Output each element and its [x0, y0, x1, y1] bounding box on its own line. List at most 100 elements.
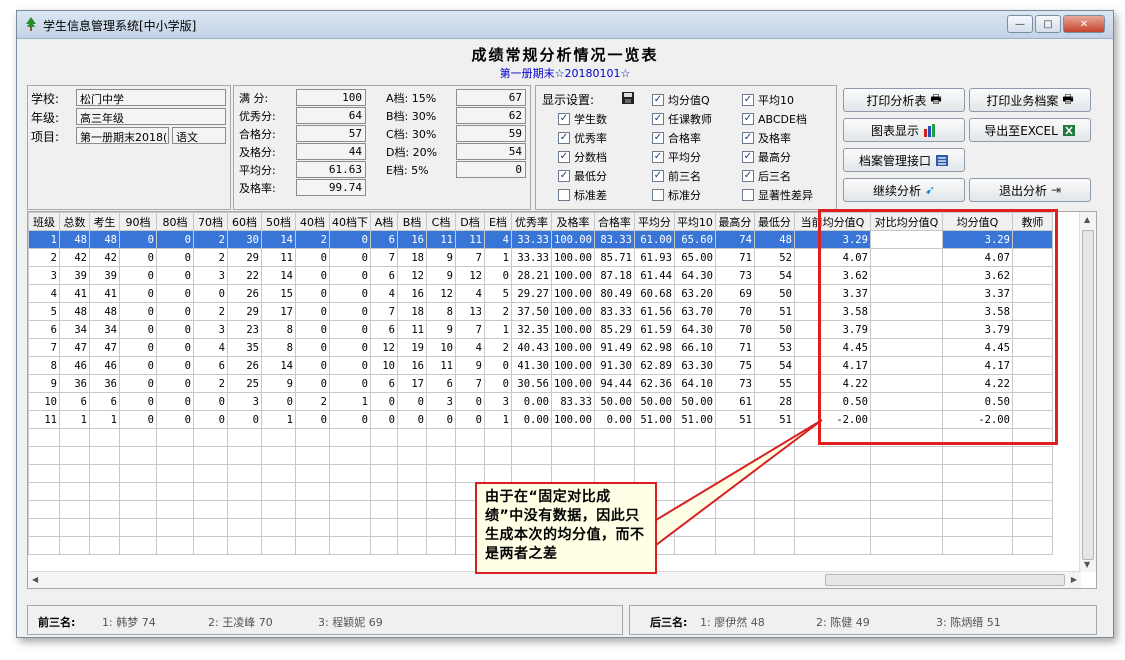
table-cell[interactable] [1011, 248, 1053, 267]
table-cell[interactable]: 41 [59, 284, 90, 303]
table-cell[interactable]: 28 [753, 392, 795, 411]
table-cell[interactable]: 1 [28, 230, 60, 249]
option-top3[interactable]: ✓ 前三名 [652, 168, 701, 184]
table-cell[interactable]: 0 [295, 266, 330, 285]
column-header[interactable]: 及格率 [551, 212, 595, 231]
table-cell[interactable]: 12 [370, 338, 398, 357]
table-cell[interactable]: 7 [370, 302, 398, 321]
table-cell[interactable]: 29 [227, 302, 262, 321]
table-cell[interactable]: 4 [193, 338, 228, 357]
table-cell[interactable]: 48 [89, 230, 120, 249]
table-cell[interactable]: 26 [227, 356, 262, 375]
table-cell[interactable]: 41 [89, 284, 120, 303]
table-cell[interactable]: 0 [227, 410, 262, 429]
column-header[interactable]: 班级 [28, 212, 60, 231]
table-cell[interactable]: 30.56 [511, 374, 552, 393]
table-cell[interactable]: 4.22 [941, 374, 1013, 393]
table-row[interactable]: 11 1 1 0 0 0 0 1 0 0 0 0 0 0 1 0.00 100.00 0.00 51.00 51.00… [28, 410, 1053, 429]
table-cell[interactable]: 0 [295, 356, 330, 375]
table-cell[interactable]: 34 [59, 320, 90, 339]
column-header[interactable]: 对比均分值Q [869, 212, 943, 231]
column-header[interactable]: 40档下 [329, 212, 371, 231]
table-cell[interactable]: 100.00 [551, 302, 595, 321]
table-cell[interactable]: 73 [714, 266, 755, 285]
column-header[interactable]: 50档 [261, 212, 296, 231]
table-cell[interactable]: 16 [397, 230, 427, 249]
table-cell[interactable]: 3 [28, 266, 60, 285]
table-cell[interactable]: 9 [426, 320, 456, 339]
table-cell[interactable]: 25 [227, 374, 262, 393]
table-cell[interactable]: 40.43 [511, 338, 552, 357]
table-cell[interactable]: 3.79 [793, 320, 871, 339]
table-cell[interactable]: 9 [28, 374, 60, 393]
table-cell[interactable]: 6 [370, 374, 398, 393]
checkbox-icon[interactable]: ✓ [558, 113, 570, 125]
column-header[interactable]: 合格率 [593, 212, 635, 231]
table-cell[interactable]: 74 [714, 230, 755, 249]
table-cell[interactable]: 0 [156, 338, 194, 357]
table-cell[interactable]: 62.89 [633, 356, 675, 375]
table-cell[interactable]: 91.30 [593, 356, 635, 375]
table-cell[interactable]: 28.21 [511, 266, 552, 285]
table-cell[interactable]: 83.33 [593, 302, 635, 321]
column-header[interactable]: E档 [484, 212, 512, 231]
table-cell[interactable]: 0 [329, 356, 371, 375]
table-cell[interactable]: 9 [426, 266, 456, 285]
table-cell[interactable]: 0 [329, 410, 371, 429]
table-cell[interactable]: 0 [295, 302, 330, 321]
table-row[interactable]: 3 39 39 0 0 3 22 14 0 0 6 12 9 12 0 28.21 100.00 87.18 61.… [28, 266, 1053, 285]
table-cell[interactable]: 69 [714, 284, 755, 303]
table-cell[interactable]: 8 [261, 320, 296, 339]
table-cell[interactable]: 0 [295, 320, 330, 339]
column-header[interactable]: 平均10 [673, 212, 716, 231]
table-row[interactable]: 7 47 47 0 0 4 35 8 0 0 12 19 10 4 2 40.43 100.00 91.49 62.… [28, 338, 1053, 357]
table-cell[interactable]: 0 [397, 410, 427, 429]
table-cell[interactable]: 0 [329, 374, 371, 393]
table-cell[interactable] [1011, 320, 1053, 339]
table-cell[interactable]: 0 [156, 392, 194, 411]
table-cell[interactable]: 0.00 [511, 410, 552, 429]
checkbox-icon[interactable]: ✓ [652, 132, 664, 144]
option-pass-rate[interactable]: ✓ 合格率 [652, 130, 701, 146]
table-cell[interactable]: 3 [193, 266, 228, 285]
checkbox-icon[interactable]: ✓ [742, 113, 754, 125]
checkbox-icon[interactable] [742, 189, 754, 201]
table-cell[interactable]: 8 [261, 338, 296, 357]
checkbox-icon[interactable]: ✓ [558, 170, 570, 182]
table-cell[interactable]: 0 [329, 248, 371, 267]
table-cell[interactable]: 35 [227, 338, 262, 357]
table-cell[interactable]: 100.00 [551, 410, 595, 429]
table-cell[interactable]: 3.29 [941, 230, 1013, 249]
option-significance[interactable]: 显著性差异 [742, 187, 813, 203]
option-abcde[interactable]: ✓ ABCDE档 [742, 111, 807, 127]
table-cell[interactable]: 6 [28, 320, 60, 339]
table-cell[interactable]: 1 [484, 248, 512, 267]
checkbox-icon[interactable] [558, 189, 570, 201]
table-cell[interactable]: 100.00 [551, 248, 595, 267]
column-header[interactable]: 均分值Q [941, 212, 1013, 231]
table-cell[interactable]: 70 [714, 320, 755, 339]
table-cell[interactable]: 0 [370, 410, 398, 429]
table-cell[interactable]: 41.30 [511, 356, 552, 375]
table-cell[interactable]: 63.20 [673, 284, 716, 303]
table-cell[interactable] [869, 320, 943, 339]
table-row[interactable]: 6 34 34 0 0 3 23 8 0 0 6 11 9 7 1 32.35 100.00 85.29 61.59… [28, 320, 1053, 339]
table-cell[interactable]: 61.59 [633, 320, 675, 339]
close-button[interactable]: ✕ [1063, 15, 1105, 33]
scroll-left-icon[interactable]: ◀ [32, 575, 38, 584]
table-cell[interactable]: 0 [119, 230, 157, 249]
table-row[interactable]: 2 42 42 0 0 2 29 11 0 0 7 18 9 7 1 33.33 100.00 85.71 61.9… [28, 248, 1053, 267]
table-cell[interactable]: 2 [28, 248, 60, 267]
table-row[interactable]: 8 46 46 0 0 6 26 14 0 0 10 16 11 9 0 41.30 100.00 91.30 62… [28, 356, 1053, 375]
table-cell[interactable]: 3 [227, 392, 262, 411]
table-cell[interactable] [1011, 356, 1053, 375]
table-cell[interactable]: 2 [484, 302, 512, 321]
column-header[interactable]: D档 [455, 212, 485, 231]
table-cell[interactable]: 75 [714, 356, 755, 375]
table-cell[interactable]: 0 [156, 356, 194, 375]
table-cell[interactable]: 3.62 [941, 266, 1013, 285]
option-std-score[interactable]: 标准分 [652, 187, 701, 203]
table-cell[interactable]: 2 [295, 392, 330, 411]
table-cell[interactable] [869, 410, 943, 429]
checkbox-icon[interactable]: ✓ [558, 151, 570, 163]
